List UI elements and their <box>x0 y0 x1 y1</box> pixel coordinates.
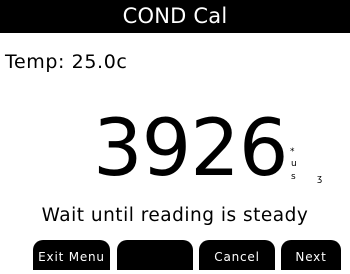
reading-flag-star: * <box>290 147 295 157</box>
temperature-readout: Temp: 25.0c <box>5 51 128 73</box>
reading-unit-indicator: * u s ʒ <box>290 147 330 191</box>
unit-s-label: s <box>291 172 296 182</box>
screen-title: COND Cal <box>122 4 228 28</box>
conductivity-reading: 3926 <box>93 104 289 194</box>
calibration-screen: COND Cal Temp: 25.0c 3926 * u s ʒ Wait u… <box>0 0 350 270</box>
exit-menu-button[interactable]: Exit Menu <box>33 240 110 270</box>
status-message: Wait until reading is steady <box>41 205 309 226</box>
softkey-bar: Exit Menu Cancel Next <box>0 240 350 270</box>
next-button[interactable]: Next <box>281 240 341 270</box>
blank-softkey-button[interactable] <box>117 240 193 270</box>
unit-u-label: u <box>291 159 297 169</box>
title-bar: COND Cal <box>0 0 350 33</box>
reading-trailing-flag: ʒ <box>317 174 323 184</box>
cancel-button[interactable]: Cancel <box>199 240 275 270</box>
